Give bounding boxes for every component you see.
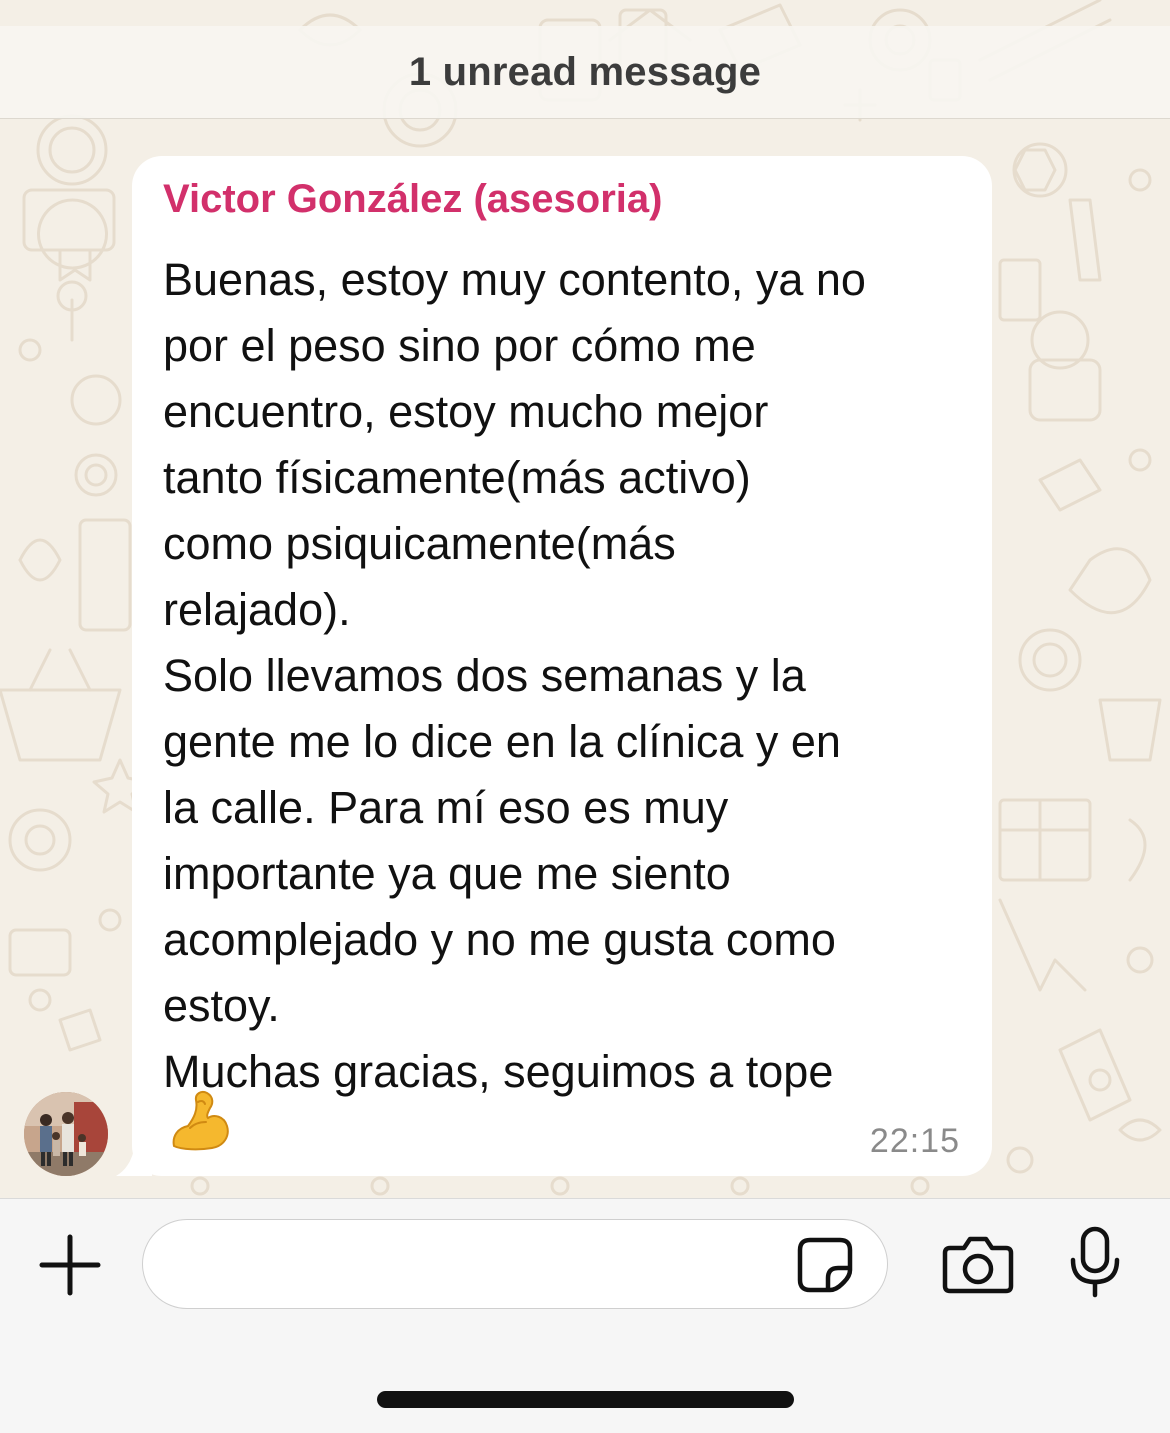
message-line: Muchas gracias, seguimos a tope: [163, 1046, 834, 1097]
avatar-photo: [24, 1092, 108, 1176]
microphone-icon[interactable]: [1068, 1226, 1122, 1298]
message-line: tanto físicamente(más activo): [163, 452, 751, 503]
message-input[interactable]: [173, 1230, 797, 1298]
sender-avatar[interactable]: [24, 1092, 108, 1176]
unread-count-label: 1 unread message: [408, 49, 762, 94]
message-line: importante ya que me siento: [163, 848, 731, 899]
message-bubble[interactable]: Victor González (asesoria) Buenas, estoy…: [132, 156, 992, 1176]
message-input-field[interactable]: [142, 1219, 888, 1309]
plus-icon[interactable]: [38, 1233, 102, 1297]
message-line: encuentro, estoy mucho mejor: [163, 386, 769, 437]
home-indicator[interactable]: [377, 1391, 794, 1408]
message-line: gente me lo dice en la clínica y en: [163, 716, 841, 767]
message-line: acomplejado y no me gusta como: [163, 914, 836, 965]
message-line: por el peso sino por cómo me: [163, 320, 756, 371]
unread-messages-banner: 1 unread message: [0, 26, 1170, 119]
flexed-biceps-emoji-icon: [172, 1090, 229, 1151]
message-line: la calle. Para mí eso es muy: [163, 782, 729, 833]
message-line: Solo llevamos dos semanas y la: [163, 650, 806, 701]
sticker-icon[interactable]: [796, 1236, 854, 1294]
message-line: como psiquicamente(más: [163, 518, 676, 569]
message-line: relajado).: [163, 584, 351, 635]
camera-icon[interactable]: [942, 1234, 1014, 1294]
message-line: estoy.: [163, 980, 280, 1031]
message-text: Buenas, estoy muy contento, ya no por el…: [163, 247, 962, 1105]
sender-name[interactable]: Victor González (asesoria): [163, 174, 962, 224]
message-timestamp: 22:15: [869, 1122, 960, 1160]
message-line: Buenas, estoy muy contento, ya no: [163, 254, 866, 305]
